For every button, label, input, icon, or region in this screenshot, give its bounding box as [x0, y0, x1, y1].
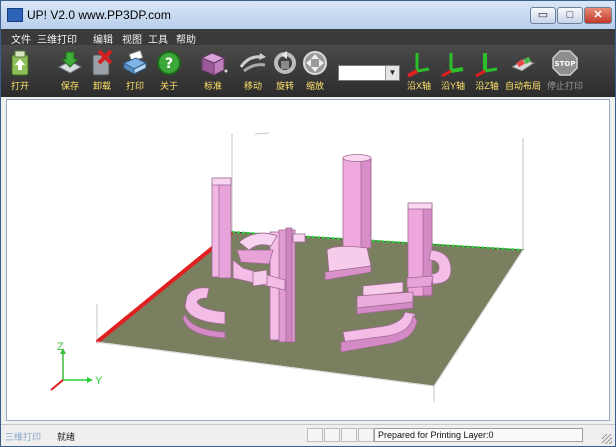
resize-grip[interactable]	[602, 434, 612, 444]
scene-svg: Z Y	[50, 132, 524, 402]
axis-z-icon	[475, 53, 498, 77]
stop-print-label: 停止打印	[547, 81, 584, 91]
unload-icon	[92, 49, 113, 76]
menu-3d-print[interactable]: 三维打印	[37, 31, 77, 46]
part-left-column	[211, 177, 232, 279]
stop-icon: STOP	[552, 50, 578, 76]
status-ready: 就绪	[57, 432, 76, 442]
menu-bar: 文件 三维打印 编辑 视图 工具 帮助	[1, 29, 615, 46]
menu-edit[interactable]: 编辑	[93, 31, 113, 46]
minimize-button[interactable]: ▭	[530, 7, 556, 24]
menu-view[interactable]: 视图	[122, 31, 142, 46]
y-axis-arrow	[87, 377, 93, 383]
unload-button[interactable]: 卸载	[89, 49, 115, 95]
build-platform	[95, 231, 524, 387]
printer-icon	[122, 49, 148, 75]
move-button[interactable]: 移动	[238, 49, 268, 95]
along-y-label: 沿Y轴	[440, 81, 465, 91]
y-axis-label: Y	[95, 375, 103, 387]
open-button[interactable]: 打开	[7, 49, 33, 95]
along-x-label: 沿X轴	[406, 81, 431, 91]
auto-layout-button[interactable]: 自动布局	[505, 49, 541, 95]
status-panel	[358, 428, 374, 442]
x-axis-line	[50, 379, 64, 391]
standard-label: 标准	[203, 81, 222, 91]
along-z-button[interactable]: 沿Z轴	[473, 49, 501, 95]
menu-tools[interactable]: 工具	[148, 31, 168, 46]
print-label: 打印	[125, 81, 144, 91]
stop-badge-text: STOP	[555, 60, 576, 68]
z-axis-label: Z	[57, 341, 64, 353]
about-label: 关于	[159, 81, 178, 91]
menu-help[interactable]: 帮助	[176, 31, 196, 46]
status-panel	[324, 428, 340, 442]
stop-print-button[interactable]: STOP 停止打印	[547, 49, 583, 95]
status-panel	[341, 428, 357, 442]
unload-label: 卸载	[92, 81, 111, 91]
app-window: UP! V2.0 www.PP3DP.com ▭ □ ✕ 文件 三维打印 编辑 …	[0, 0, 616, 447]
part-center-cylinder	[342, 154, 372, 249]
scale-label: 缩放	[305, 81, 324, 91]
status-message: Prepared for Printing Layer:0	[374, 428, 583, 442]
rotate-button[interactable]: 旋转	[271, 49, 299, 95]
move-icon	[239, 53, 266, 73]
open-icon	[11, 50, 29, 76]
help-icon: ?	[157, 51, 181, 75]
about-button[interactable]: ? 关于	[156, 49, 182, 95]
title-bar[interactable]: UP! V2.0 www.PP3DP.com ▭ □ ✕	[1, 1, 615, 29]
status-panel	[307, 428, 323, 442]
standard-view-button[interactable]: 标准	[197, 49, 229, 95]
along-y-button[interactable]: 沿Y轴	[439, 49, 467, 95]
part-small-block	[252, 269, 268, 287]
axis-indicator: Z Y	[50, 341, 103, 391]
scale-button[interactable]: 缩放	[303, 49, 327, 95]
auto-layout-icon	[510, 56, 536, 72]
app-icon	[7, 8, 23, 22]
volume-edge	[254, 132, 270, 135]
window-title: UP! V2.0 www.PP3DP.com	[27, 8, 171, 22]
save-button[interactable]: 保存	[56, 49, 84, 95]
3d-viewport[interactable]: Z Y	[6, 99, 610, 421]
rotate-label: 旋转	[275, 81, 294, 91]
status-bar: 三维打印 就绪 Prepared for Printing Layer:0	[1, 424, 615, 446]
view-mode-select[interactable]: ▼	[338, 65, 400, 81]
cube-view-icon	[200, 52, 228, 76]
along-x-button[interactable]: 沿X轴	[405, 49, 433, 95]
along-z-label: 沿Z轴	[475, 81, 499, 91]
menu-file[interactable]: 文件	[11, 31, 31, 46]
toolbar: 打开 保存 卸载 打印 ? 关于 标准 移动 旋转 缩放 沿X轴 沿Y轴 沿Z轴…	[1, 45, 615, 97]
save-icon	[57, 51, 83, 74]
status-mode: 三维打印	[5, 432, 42, 442]
svg-text:?: ?	[165, 56, 173, 72]
scale-icon	[303, 51, 327, 75]
move-label: 移动	[243, 81, 262, 91]
axis-y-icon	[441, 53, 464, 77]
chevron-down-icon[interactable]: ▼	[385, 66, 399, 80]
close-button[interactable]: ✕	[584, 7, 612, 24]
axis-x-icon	[407, 53, 430, 77]
print-button[interactable]: 打印	[121, 49, 149, 95]
auto-layout-label: 自动布局	[505, 81, 542, 91]
open-label: 打开	[10, 81, 29, 91]
maximize-button[interactable]: □	[557, 7, 583, 24]
rotate-icon	[274, 51, 296, 74]
save-label: 保存	[60, 81, 79, 91]
